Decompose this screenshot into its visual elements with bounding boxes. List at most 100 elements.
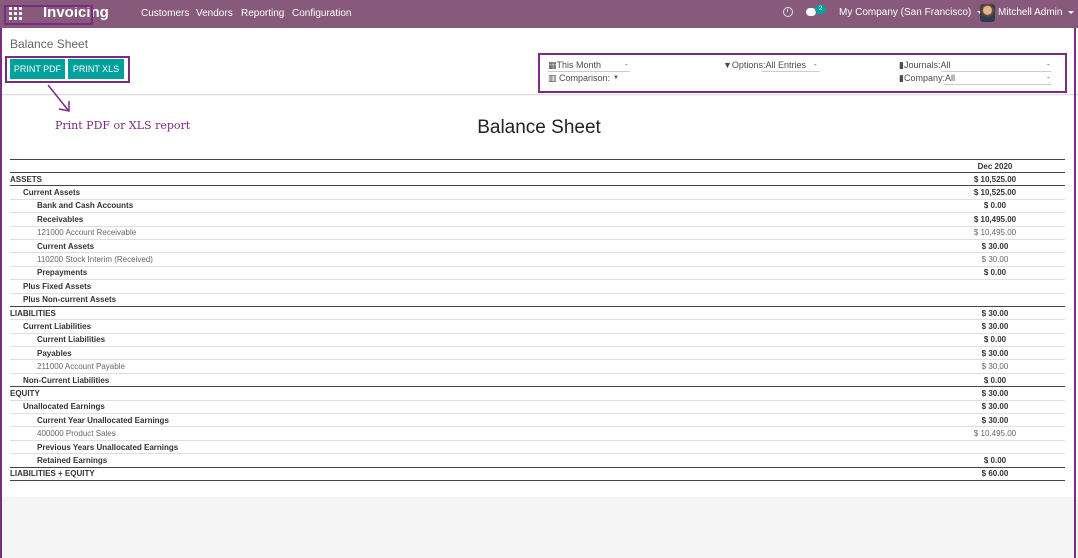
company-filter[interactable]: ▮Company:All - <box>899 73 1050 84</box>
row-label: Current Assets <box>10 239 925 254</box>
chat-badge: 2 <box>815 5 826 14</box>
avatar[interactable] <box>980 4 995 22</box>
row-label: Current Year Unallocated Earnings <box>10 413 925 428</box>
row-label: Plus Non-current Assets <box>10 293 925 307</box>
row-amount: $ 10,525.00 <box>925 172 1065 187</box>
table-row[interactable]: LIABILITIES $ 30.00 <box>10 306 1065 321</box>
journals-filter[interactable]: ▮Journals:All - <box>899 60 1050 71</box>
print-pdf-button[interactable]: PRINT PDF <box>10 59 65 79</box>
right-border <box>1074 28 1076 558</box>
table-row[interactable]: Receivables $ 10,495.00 <box>10 212 1065 227</box>
row-label: ASSETS <box>10 172 925 187</box>
row-amount: $ 0.00 <box>925 333 1065 348</box>
chevron-down-icon: ▼ <box>613 75 619 81</box>
menu-customers[interactable]: Customers <box>141 8 189 19</box>
table-row[interactable]: 110200 Stock Interim (Received) $ 30.00 <box>10 252 1065 267</box>
row-amount: $ 30.00 <box>925 359 1065 374</box>
row-label: Current Liabilities <box>10 333 925 348</box>
user-menu[interactable]: Mitchell Admin <box>998 7 1075 18</box>
company-switcher[interactable]: My Company (San Francisco) <box>839 7 984 18</box>
bar-chart-icon: ▥ <box>548 73 557 83</box>
table-row[interactable]: Current Liabilities $ 30.00 <box>10 319 1065 334</box>
row-label: Bank and Cash Accounts <box>10 199 925 214</box>
date-filter[interactable]: ▦This Month - <box>548 60 628 71</box>
row-amount: $ 0.00 <box>925 266 1065 281</box>
menu-configuration[interactable]: Configuration <box>292 8 351 19</box>
label-column-header <box>10 159 925 173</box>
date-filter-underline <box>548 71 630 72</box>
row-label: Prepayments <box>10 266 925 281</box>
row-amount: $ 30.00 <box>925 386 1065 401</box>
chevron-down-icon <box>1068 10 1075 14</box>
row-label: LIABILITIES + EQUITY <box>10 467 925 481</box>
row-amount: $ 30.00 <box>925 239 1065 254</box>
row-label: Retained Earnings <box>10 453 925 468</box>
table-header-row: Dec 2020 <box>10 159 1065 173</box>
row-amount: $ 0.00 <box>925 373 1065 388</box>
activity-clock-icon[interactable] <box>783 7 793 17</box>
breadcrumb: Balance Sheet <box>10 37 89 51</box>
chevron-down-icon: - <box>625 60 628 69</box>
row-amount: $ 60.00 <box>925 467 1065 481</box>
table-row[interactable]: Current Assets $ 10,525.00 <box>10 185 1065 200</box>
row-amount: $ 30.00 <box>925 306 1065 321</box>
chevron-down-icon: - <box>1047 60 1050 69</box>
row-label: Non-Current Liabilities <box>10 373 925 388</box>
table-row[interactable]: ASSETS $ 10,525.00 <box>10 172 1065 187</box>
chevron-down-icon: - <box>1047 73 1050 82</box>
date-column-header: Dec 2020 <box>925 159 1065 173</box>
row-amount <box>925 440 1065 455</box>
row-amount <box>925 293 1065 307</box>
row-label: EQUITY <box>10 386 925 401</box>
table-row[interactable]: Current Liabilities $ 0.00 <box>10 333 1065 348</box>
row-label: Current Liabilities <box>10 319 925 334</box>
row-amount: $ 10,495.00 <box>925 212 1065 227</box>
row-amount: $ 0.00 <box>925 199 1065 214</box>
top-navbar: Invoicing Customers Vendors Reporting Co… <box>0 0 1078 28</box>
options-filter[interactable]: ▼Options:All Entries - <box>723 60 817 70</box>
row-label: Plus Fixed Assets <box>10 279 925 294</box>
annotation-arrow-icon <box>47 84 70 112</box>
row-label: Unallocated Earnings <box>10 400 925 415</box>
table-row[interactable]: LIABILITIES + EQUITY $ 60.00 <box>10 467 1065 481</box>
user-name: Mitchell Admin <box>998 7 1063 18</box>
row-label: Previous Years Unallocated Earnings <box>10 440 925 455</box>
row-label: Current Assets <box>10 185 925 200</box>
report-title: Balance Sheet <box>477 117 601 138</box>
table-row[interactable]: Current Year Unallocated Earnings $ 30.00 <box>10 413 1065 428</box>
row-amount: $ 30.00 <box>925 252 1065 267</box>
row-label: 110200 Stock Interim (Received) <box>10 252 925 267</box>
row-amount: $ 10,525.00 <box>925 185 1065 200</box>
table-row[interactable]: 211000 Account Payable $ 30.00 <box>10 359 1065 374</box>
row-amount: $ 10,495.00 <box>925 426 1065 441</box>
table-row[interactable]: Bank and Cash Accounts $ 0.00 <box>10 199 1065 214</box>
table-row[interactable]: Retained Earnings $ 0.00 <box>10 453 1065 468</box>
table-row[interactable]: 400000 Product Sales $ 10,495.00 <box>10 426 1065 441</box>
row-amount: $ 0.00 <box>925 453 1065 468</box>
company-filter-underline <box>944 84 1051 85</box>
table-row[interactable]: 121000 Account Receivable $ 10,495.00 <box>10 226 1065 240</box>
row-amount: $ 30.00 <box>925 400 1065 415</box>
chevron-down-icon: - <box>814 60 817 69</box>
menu-reporting[interactable]: Reporting <box>241 8 284 19</box>
row-label: 400000 Product Sales <box>10 426 925 441</box>
row-amount: $ 30.00 <box>925 346 1065 361</box>
row-label: Payables <box>10 346 925 361</box>
table-row[interactable]: Previous Years Unallocated Earnings <box>10 440 1065 455</box>
print-xls-button[interactable]: PRINT XLS <box>68 59 124 79</box>
menu-vendors[interactable]: Vendors <box>196 8 233 19</box>
table-row[interactable]: Plus Fixed Assets <box>10 279 1065 294</box>
table-row[interactable]: EQUITY $ 30.00 <box>10 386 1065 401</box>
table-row[interactable]: Plus Non-current Assets <box>10 293 1065 307</box>
table-row[interactable]: Current Assets $ 30.00 <box>10 239 1065 254</box>
table-row[interactable]: Prepayments $ 0.00 <box>10 266 1065 281</box>
table-row[interactable]: Unallocated Earnings $ 30.00 <box>10 400 1065 415</box>
table-row[interactable]: Payables $ 30.00 <box>10 346 1065 361</box>
row-label: LIABILITIES <box>10 306 925 321</box>
left-border <box>0 28 2 558</box>
table-row[interactable]: Non-Current Liabilities $ 0.00 <box>10 373 1065 388</box>
row-label: 211000 Account Payable <box>10 359 925 374</box>
row-amount: $ 10,495.00 <box>925 226 1065 240</box>
company-name: My Company (San Francisco) <box>839 7 972 18</box>
comparison-filter[interactable]: ▥ Comparison: ▼ <box>548 73 619 84</box>
